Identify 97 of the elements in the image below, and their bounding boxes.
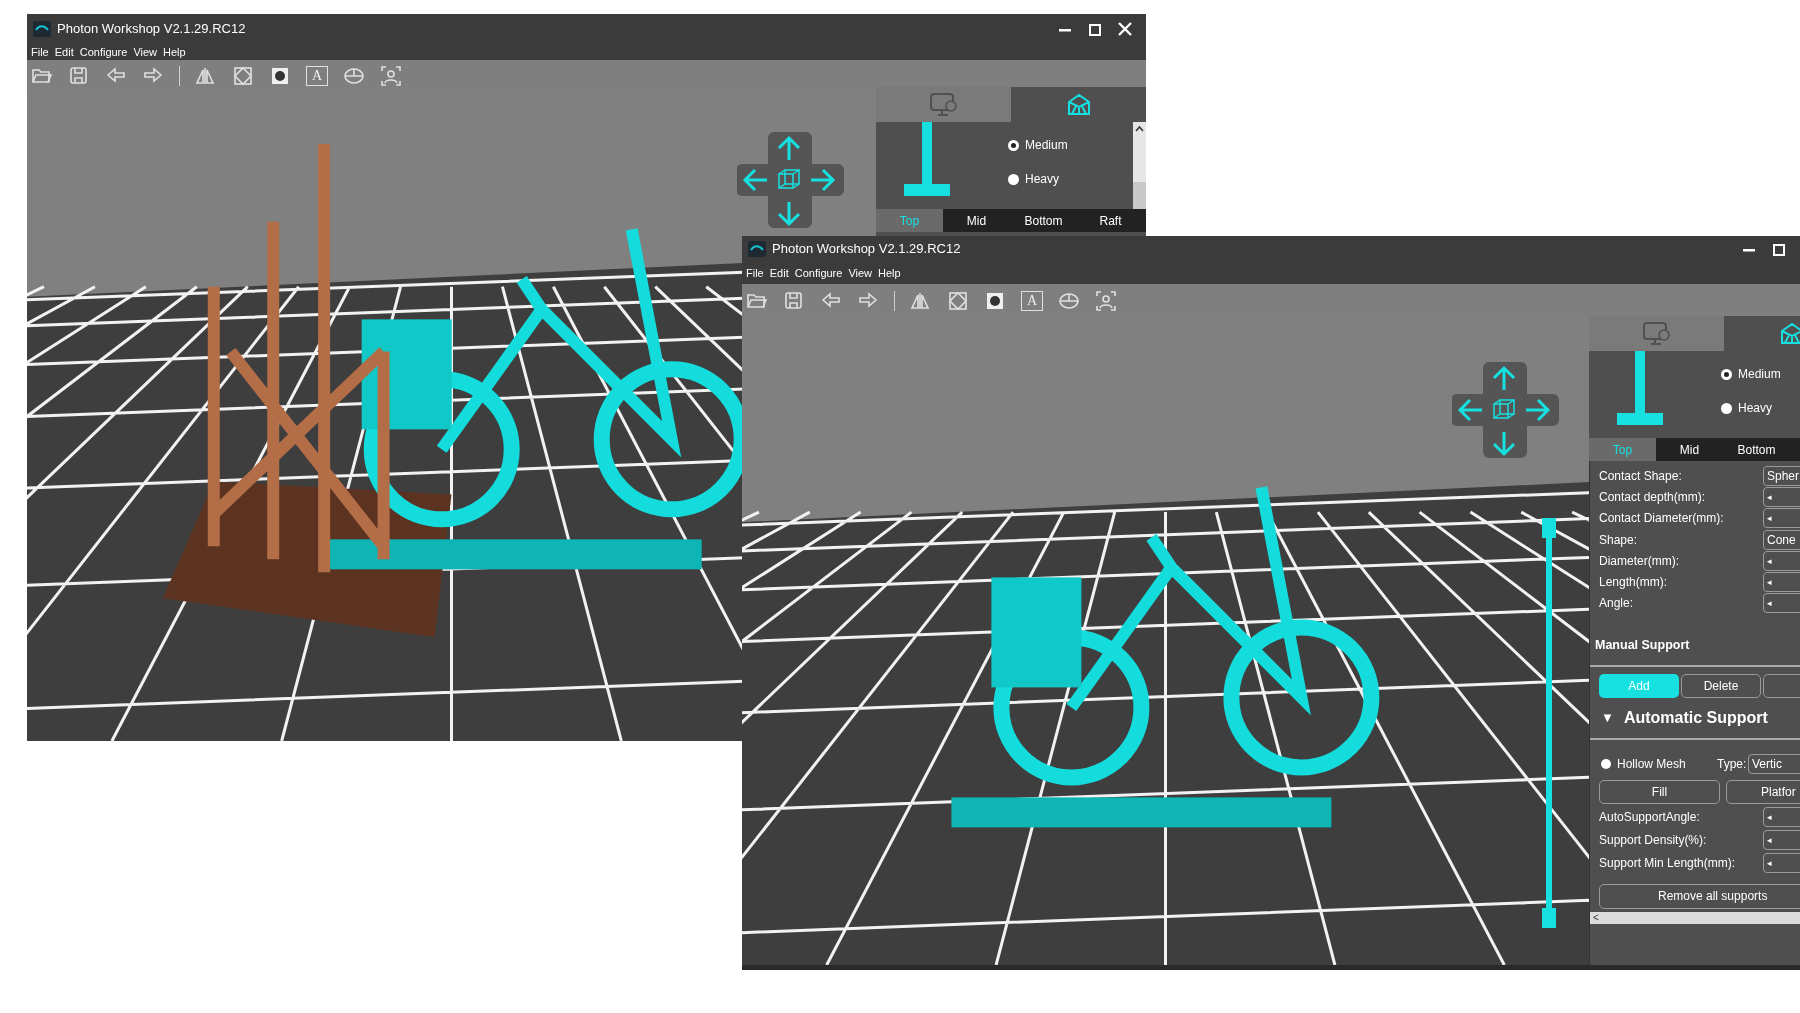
radio-button[interactable] — [1721, 368, 1732, 380]
support-tab[interactable]: Mid — [1656, 438, 1723, 461]
number-field[interactable]: ◂ — [1763, 593, 1800, 614]
support-preview-icon — [1617, 351, 1663, 425]
disc-icon[interactable] — [1058, 290, 1080, 312]
left-arrow-icon[interactable] — [1457, 398, 1484, 422]
menu-item[interactable]: Help — [163, 46, 186, 58]
support-tab[interactable]: Mid — [943, 209, 1010, 232]
app-icon — [748, 241, 766, 257]
dropdown[interactable]: Spher — [1763, 465, 1800, 486]
maximize-icon[interactable] — [1772, 242, 1786, 256]
remove-supports-button[interactable]: Remove all supports — [1599, 883, 1800, 909]
close-icon[interactable] — [1118, 22, 1132, 36]
menu-item[interactable]: Help — [878, 267, 901, 279]
number-field[interactable]: ◂ — [1763, 853, 1800, 874]
slider-handle[interactable] — [1542, 908, 1556, 928]
radio-button[interactable] — [1008, 173, 1019, 185]
checkbox[interactable] — [1601, 758, 1611, 769]
panel-tab[interactable] — [1011, 87, 1146, 122]
field-label: Length(mm): — [1599, 574, 1669, 592]
grid-icon[interactable] — [947, 290, 969, 312]
text-tool[interactable]: A — [306, 66, 328, 86]
radio-label: Heavy — [1025, 171, 1059, 188]
scrollbar[interactable]: < — [1590, 911, 1800, 924]
number-field[interactable]: ◂ — [1763, 572, 1800, 593]
number-field[interactable]: ◂ — [1763, 807, 1800, 828]
window-title: Photon Workshop V2.1.29.RC12 — [57, 20, 246, 39]
text-tool[interactable]: A — [1021, 291, 1043, 311]
scan-icon[interactable] — [1095, 290, 1117, 312]
down-arrow-icon[interactable] — [1492, 430, 1516, 457]
support-tab[interactable]: Bottom — [1723, 438, 1790, 461]
number-field[interactable]: ◂ — [1763, 830, 1800, 851]
number-field[interactable]: ◂ — [1763, 486, 1800, 507]
mirror-icon[interactable] — [910, 290, 932, 312]
number-field[interactable]: ◂ — [1763, 508, 1800, 529]
scrollbar[interactable] — [1133, 122, 1146, 209]
section-title: Manual Support — [1595, 637, 1691, 655]
disc-icon[interactable] — [343, 65, 365, 87]
save-icon[interactable] — [68, 65, 90, 87]
manual-support-button[interactable]: Delete — [1681, 673, 1761, 698]
menu-item[interactable]: File — [31, 46, 49, 58]
up-arrow-icon[interactable] — [1492, 365, 1516, 392]
field-label: Contact Diameter(mm): — [1599, 510, 1725, 528]
circle-in-square-icon[interactable] — [269, 65, 291, 87]
right-arrow-icon[interactable] — [1524, 398, 1551, 422]
grid-icon[interactable] — [232, 65, 254, 87]
save-icon[interactable] — [783, 290, 805, 312]
field-label: Diameter(mm): — [1599, 552, 1680, 570]
field-label: Contact Shape: — [1599, 467, 1683, 485]
right-arrow-icon[interactable] — [809, 168, 836, 192]
mirror-icon[interactable] — [195, 65, 217, 87]
left-arrow-icon[interactable] — [742, 168, 769, 192]
number-field[interactable]: ◂ — [1763, 550, 1800, 571]
radio-label: Heavy — [1738, 400, 1772, 417]
dropdown[interactable]: Cone — [1763, 529, 1800, 550]
up-arrow-icon[interactable] — [777, 135, 801, 162]
field-label: Type: — [1717, 755, 1748, 773]
cube-icon[interactable] — [1493, 399, 1515, 419]
menu-item[interactable]: Edit — [769, 267, 789, 279]
field-label: Shape: — [1599, 531, 1639, 549]
monitor-gear-icon — [1641, 320, 1672, 347]
down-arrow-icon[interactable] — [777, 200, 801, 227]
action-button[interactable]: Fill — [1599, 779, 1720, 804]
radio-button[interactable] — [1008, 139, 1019, 151]
maximize-icon[interactable] — [1088, 22, 1102, 36]
support-tab[interactable]: Bottom — [1010, 209, 1077, 232]
menu-item[interactable]: View — [133, 46, 158, 58]
menu-item[interactable]: View — [848, 267, 873, 279]
field-label: Support Density(%): — [1599, 832, 1708, 850]
dropdown[interactable]: Vertic — [1748, 753, 1800, 774]
radio-button[interactable] — [1721, 402, 1732, 414]
menu-item[interactable]: Edit — [54, 46, 74, 58]
app-icon — [33, 21, 51, 37]
window-title: Photon Workshop V2.1.29.RC12 — [772, 240, 961, 259]
radio-label: Medium — [1738, 366, 1781, 383]
cube-icon[interactable] — [778, 169, 800, 189]
support-preview-icon — [904, 122, 950, 196]
field-label: Angle: — [1599, 595, 1635, 613]
monitor-gear-icon — [928, 91, 959, 118]
slider-handle[interactable] — [1542, 518, 1556, 538]
collapse-toggle[interactable]: ▼ — [1601, 708, 1614, 728]
field-label: Support Min Length(mm): — [1599, 855, 1737, 873]
action-button[interactable]: Platfor — [1726, 779, 1800, 804]
radio-label: Medium — [1025, 137, 1068, 154]
field-label: AutoSupportAngle: — [1599, 809, 1701, 827]
circle-in-square-icon[interactable] — [984, 290, 1006, 312]
support-tab[interactable]: Raft — [1077, 209, 1144, 232]
support-structure-icon — [1778, 320, 1800, 347]
scroll-left-arrow[interactable]: < — [1590, 912, 1602, 923]
support-structure-icon — [1065, 91, 1092, 118]
scan-icon[interactable] — [380, 65, 402, 87]
menu-item[interactable]: Configure — [79, 46, 128, 58]
section-title: Automatic Support — [1623, 707, 1768, 728]
menu-item[interactable]: Configure — [794, 267, 843, 279]
field-label: Contact depth(mm): — [1599, 488, 1707, 506]
checkbox-label: Hollow Mesh — [1617, 755, 1687, 773]
menu-item[interactable]: File — [746, 267, 764, 279]
